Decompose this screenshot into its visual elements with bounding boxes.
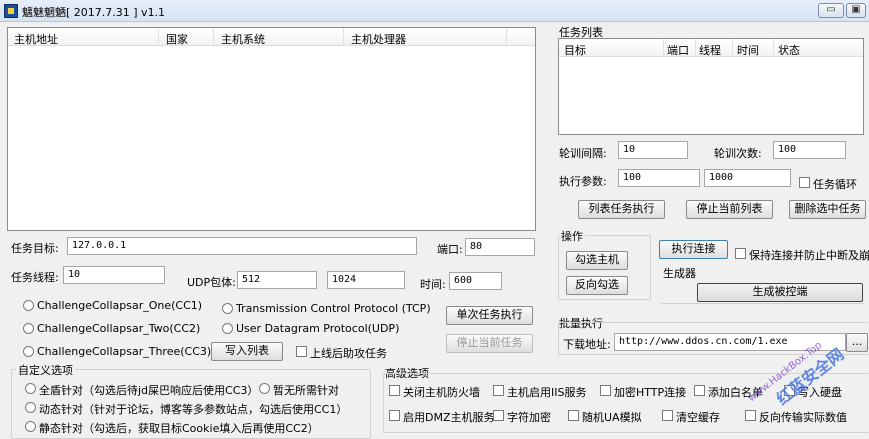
app-icon: [4, 4, 18, 18]
custom-opt1-radio[interactable]: [25, 383, 36, 394]
exec-params-label: 执行参数:: [559, 175, 607, 188]
keepalive-label: 保持连接并防止中断及崩溃: [749, 249, 869, 262]
stop-current-button[interactable]: 停止当前任务: [446, 334, 533, 353]
download-label: 下载地址:: [563, 338, 611, 351]
col-time[interactable]: 时间: [737, 42, 759, 58]
target-label: 任务目标:: [11, 242, 59, 255]
task-loop-checkbox[interactable]: [799, 177, 810, 188]
col-host-cpu[interactable]: 主机处理器: [351, 31, 406, 47]
adv-write-disk-label: 写入硬盘: [798, 386, 842, 399]
task-loop-label: 任务循环: [813, 178, 857, 191]
adv-whitelist-checkbox[interactable]: [694, 385, 705, 396]
adv-iis-label: 主机启用IIS服务: [507, 386, 587, 399]
cc2-radio[interactable]: [23, 323, 34, 334]
threads-input[interactable]: 10: [63, 266, 165, 284]
target-input[interactable]: 127.0.0.1: [67, 237, 417, 255]
time-label: 时间:: [420, 278, 446, 291]
udp-size-2-input[interactable]: 1024: [327, 271, 405, 289]
browse-button[interactable]: ...: [846, 333, 868, 352]
custom-opt1-label: 全盾针对（勾选后待jd屎巴响应后使用CC3）: [39, 384, 259, 397]
single-run-button[interactable]: 单次任务执行: [446, 306, 533, 325]
col-host-address[interactable]: 主机地址: [14, 31, 58, 47]
online-assist-label: 上线后助攻任务: [310, 347, 387, 360]
exec-param-2-input[interactable]: 1000: [704, 169, 791, 187]
custom-opt4-label: 静态针对（勾选后，获取目标Cookie填入后再使用CC2）: [39, 422, 319, 435]
task-list-header: 目标 端口 线程 时间 状态: [559, 39, 863, 57]
keepalive-checkbox[interactable]: [735, 248, 746, 259]
custom-opt2-label: 暂无所需针对: [273, 384, 339, 397]
title-bar: 魑魅魍魉[ 2017.7.31 ] v1.1 ▭ ▣: [0, 0, 869, 22]
write-list-button[interactable]: 写入列表: [211, 342, 283, 361]
host-list[interactable]: 主机地址 国家 主机系统 主机处理器: [7, 27, 536, 231]
port-input[interactable]: 80: [465, 238, 535, 256]
custom-opt3-radio[interactable]: [25, 402, 36, 413]
adv-clear-cache-label: 清空缓存: [676, 411, 720, 424]
select-host-button[interactable]: 勾选主机: [566, 251, 628, 270]
adv-clear-cache-checkbox[interactable]: [662, 410, 673, 421]
window-title: 魑魅魍魉[ 2017.7.31 ] v1.1: [22, 6, 166, 19]
adv-random-ua-checkbox[interactable]: [568, 410, 579, 421]
col-target[interactable]: 目标: [564, 42, 586, 58]
custom-options-title: 自定义选项: [16, 362, 75, 378]
generator-title: 生成器: [663, 267, 696, 280]
adv-char-encrypt-label: 字符加密: [507, 411, 551, 424]
generate-client-button[interactable]: 生成被控端: [697, 283, 863, 302]
count-input[interactable]: 100: [773, 141, 846, 159]
time-input[interactable]: 600: [449, 272, 502, 290]
task-list[interactable]: 目标 端口 线程 时间 状态: [558, 38, 864, 135]
adv-firewall-checkbox[interactable]: [389, 385, 400, 396]
udp-radio[interactable]: [222, 323, 233, 334]
interval-label: 轮训间隔:: [559, 147, 607, 160]
interval-input[interactable]: 10: [618, 141, 688, 159]
adv-char-encrypt-checkbox[interactable]: [493, 410, 504, 421]
tcp-radio[interactable]: [222, 303, 233, 314]
adv-http-encrypt-label: 加密HTTP连接: [614, 386, 687, 399]
port-label: 端口:: [437, 243, 463, 256]
minimize-button[interactable]: ▭: [818, 3, 844, 18]
col-threads[interactable]: 线程: [699, 42, 721, 58]
cc1-label: ChallengeCollapsar_One(CC1): [37, 299, 203, 312]
adv-write-disk-checkbox[interactable]: [784, 385, 795, 396]
adv-iis-checkbox[interactable]: [493, 385, 504, 396]
udp-label: UDP包体:: [187, 276, 236, 289]
delete-selected-button[interactable]: 删除选中任务: [789, 200, 866, 219]
online-assist-checkbox[interactable]: [296, 346, 307, 357]
download-url-input[interactable]: http://www.ddos.cn.com/1.exe: [614, 333, 846, 351]
col-port[interactable]: 端口: [667, 42, 689, 58]
run-list-button[interactable]: 列表任务执行: [578, 200, 665, 219]
adv-reverse-transfer-checkbox[interactable]: [745, 410, 756, 421]
custom-opt2-radio[interactable]: [259, 383, 270, 394]
adv-http-encrypt-checkbox[interactable]: [600, 385, 611, 396]
udp-protocol-label: User Datagram Protocol(UDP): [236, 322, 400, 335]
adv-random-ua-label: 随机UA模拟: [582, 411, 642, 424]
count-label: 轮训次数:: [714, 147, 762, 160]
host-list-header: 主机地址 国家 主机系统 主机处理器: [8, 28, 535, 46]
custom-opt3-label: 动态针对（针对于论坛，博客等多参数站点，勾选后使用CC1）: [39, 403, 348, 416]
col-host-os[interactable]: 主机系统: [221, 31, 265, 47]
udp-size-1-input[interactable]: 512: [237, 271, 317, 289]
operate-title: 操作: [559, 228, 585, 244]
reverse-select-button[interactable]: 反向勾选: [566, 276, 628, 295]
execute-connect-button[interactable]: 执行连接: [659, 240, 728, 259]
adv-dmz-checkbox[interactable]: [389, 410, 400, 421]
col-country[interactable]: 国家: [166, 31, 188, 47]
adv-reverse-transfer-label: 反向传输实际数值: [759, 411, 847, 424]
maximize-button[interactable]: ▣: [846, 3, 866, 18]
cc3-label: ChallengeCollapsar_Three(CC3): [37, 345, 212, 358]
custom-opt4-radio[interactable]: [25, 421, 36, 432]
tcp-label: Transmission Control Protocol (TCP): [236, 302, 431, 315]
cc1-radio[interactable]: [23, 300, 34, 311]
adv-firewall-label: 关闭主机防火墙: [403, 386, 480, 399]
adv-dmz-label: 启用DMZ主机服务: [403, 411, 495, 424]
cc3-radio[interactable]: [23, 346, 34, 357]
stop-list-button[interactable]: 停止当前列表: [686, 200, 773, 219]
cc2-label: ChallengeCollapsar_Two(CC2): [37, 322, 201, 335]
threads-label: 任务线程:: [11, 271, 59, 284]
adv-whitelist-label: 添加白名单: [708, 386, 763, 399]
exec-param-1-input[interactable]: 100: [618, 169, 700, 187]
col-status[interactable]: 状态: [778, 42, 800, 58]
